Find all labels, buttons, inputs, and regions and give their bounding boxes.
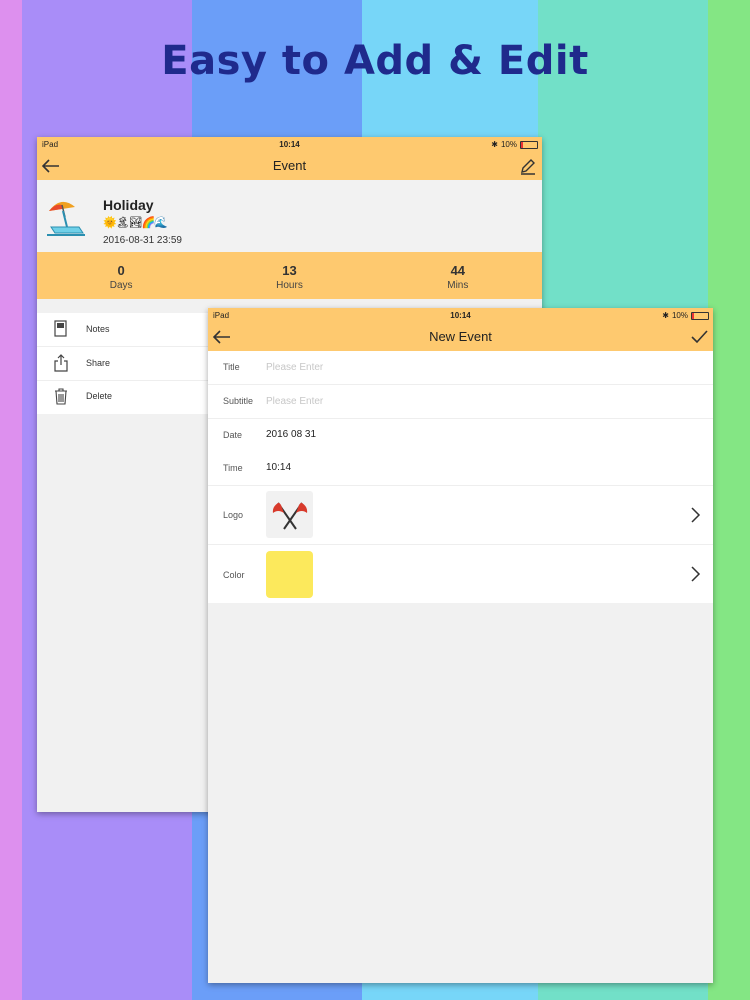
- battery-icon: [520, 140, 538, 149]
- countdown-value: 0: [117, 263, 125, 278]
- subtitle-input[interactable]: Please Enter: [266, 396, 323, 407]
- countdown-bar: 0 Days 13 Hours 44 Mins: [37, 252, 542, 299]
- pencil-icon[interactable]: [518, 156, 538, 176]
- battery-percent: 10%: [500, 140, 517, 149]
- bg-stripe-6: [708, 0, 750, 1000]
- subtitle-label: Subtitle: [223, 396, 254, 406]
- color-swatch[interactable]: [266, 551, 313, 598]
- share-icon: [52, 354, 70, 372]
- nav-title: New Event: [429, 329, 492, 344]
- time-row[interactable]: Time 10:14: [208, 452, 713, 486]
- nav-title: Event: [272, 158, 307, 173]
- nav-bar: New Event: [208, 322, 713, 351]
- event-datetime: 2016-08-31 23:59: [103, 235, 182, 246]
- crossed-flags-icon: [266, 491, 313, 538]
- bluetooth-icon: ✱: [662, 311, 669, 320]
- checkmark-icon[interactable]: [689, 327, 709, 347]
- status-bar: iPad 10:14 ✱ 10%: [37, 137, 542, 151]
- event-subtitle-emojis: 🌞🏝🏞🌈🌊: [103, 217, 168, 229]
- notes-icon: [52, 320, 70, 338]
- headline: Easy to Add & Edit: [161, 38, 589, 84]
- countdown-unit: Days: [109, 280, 133, 291]
- countdown-days: 0 Days: [37, 252, 205, 299]
- chevron-right-icon[interactable]: [689, 507, 701, 523]
- bluetooth-icon: ✱: [491, 140, 498, 149]
- status-bar: iPad 10:14 ✱ 10%: [208, 308, 713, 322]
- beach-umbrella-icon: [45, 197, 87, 239]
- battery-percent: 10%: [671, 311, 688, 320]
- new-event-screen: iPad 10:14 ✱ 10% New Event Title Please …: [208, 308, 713, 983]
- countdown-value: 44: [450, 263, 466, 278]
- title-row[interactable]: Title Please Enter: [208, 351, 713, 385]
- title-input[interactable]: Please Enter: [266, 362, 323, 373]
- subtitle-row[interactable]: Subtitle Please Enter: [208, 385, 713, 419]
- bg-stripe-1: [0, 0, 22, 1000]
- countdown-mins: 44 Mins: [374, 252, 542, 299]
- title-label: Title: [223, 362, 240, 372]
- status-right: ✱ 10%: [662, 311, 709, 320]
- event-header: Holiday 🌞🏝🏞🌈🌊 2016-08-31 23:59: [37, 180, 542, 252]
- clock: 10:14: [279, 140, 300, 149]
- date-value[interactable]: 2016 08 31: [266, 429, 316, 440]
- time-value[interactable]: 10:14: [266, 462, 291, 473]
- action-label: Delete: [86, 391, 113, 401]
- date-row[interactable]: Date 2016 08 31: [208, 419, 713, 452]
- date-label: Date: [223, 430, 243, 440]
- countdown-unit: Hours: [276, 280, 303, 291]
- logo-label: Logo: [223, 510, 244, 520]
- color-label: Color: [223, 570, 245, 580]
- trash-icon: [52, 387, 70, 405]
- color-row[interactable]: Color: [208, 545, 713, 603]
- battery-icon: [691, 311, 709, 320]
- nav-bar: Event: [37, 151, 542, 180]
- countdown-hours: 13 Hours: [205, 252, 373, 299]
- event-title: Holiday: [103, 197, 154, 213]
- status-right: ✱ 10%: [491, 140, 538, 149]
- logo-row[interactable]: Logo: [208, 486, 713, 545]
- chevron-right-icon[interactable]: [689, 566, 701, 582]
- countdown-unit: Mins: [447, 280, 469, 291]
- action-label: Notes: [86, 324, 110, 334]
- countdown-value: 13: [282, 263, 297, 278]
- time-label: Time: [223, 463, 243, 473]
- clock: 10:14: [450, 311, 471, 320]
- action-label: Share: [86, 358, 111, 368]
